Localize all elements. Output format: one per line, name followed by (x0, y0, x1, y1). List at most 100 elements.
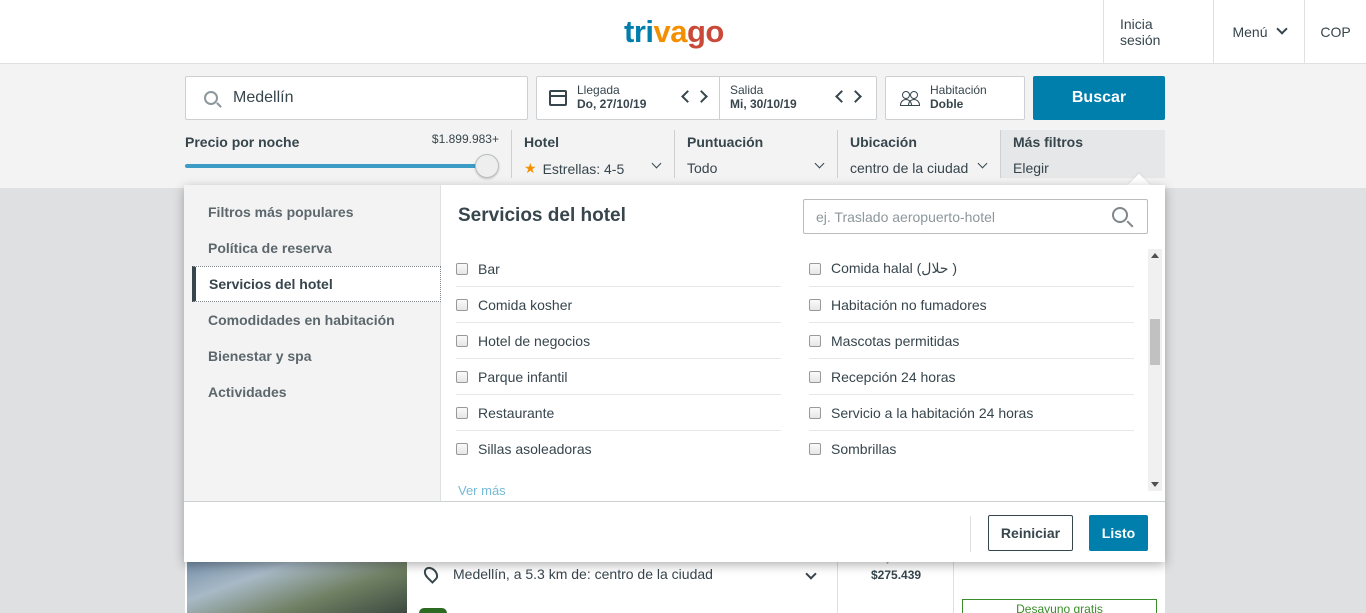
service-option-nonsmoking[interactable]: Habitación no fumadores (809, 287, 1134, 323)
room-value: Doble (930, 97, 964, 111)
more-filters-value: Elegir (1013, 160, 1049, 176)
option-label: Sombrillas (831, 441, 897, 457)
checkin-label: Llegada (577, 83, 620, 97)
checkbox[interactable] (809, 298, 821, 311)
menu-label: Menú (1232, 23, 1268, 40)
checkbox[interactable] (809, 406, 821, 419)
service-option-24h-reception[interactable]: Recepción 24 horas (809, 359, 1134, 395)
rating-filter[interactable]: Puntuación Todo (674, 130, 837, 178)
rating-badge (419, 608, 447, 613)
sidebar-item-activities[interactable]: Actividades (192, 374, 441, 410)
hotel-location[interactable]: Medellín, a 5.3 km de: centro de la ciud… (421, 564, 713, 584)
service-option-pets[interactable]: Mascotas permitidas (809, 323, 1134, 359)
location-filter-label: Ubicación (850, 134, 917, 150)
scroll-down-arrow-icon[interactable] (1151, 482, 1159, 487)
service-option-parasols[interactable]: Sombrillas (809, 431, 1134, 467)
sidebar-item-room-amenities[interactable]: Comodidades en habitación (192, 302, 441, 338)
services-list: Bar Comida kosher Hotel de negocios Parq… (442, 251, 1147, 501)
scrollbar-thumb[interactable] (1150, 319, 1160, 365)
reset-button[interactable]: Reiniciar (988, 515, 1073, 551)
trivago-logo[interactable]: trivago (624, 14, 724, 50)
date-divider (719, 77, 720, 119)
sidebar-item-booking-policy[interactable]: Política de reserva (192, 230, 441, 266)
checkbox[interactable] (456, 298, 468, 311)
see-more-link[interactable]: Ver más (458, 483, 506, 498)
room-selector[interactable]: Habitación Doble (885, 76, 1025, 120)
done-button[interactable]: Listo (1089, 515, 1148, 551)
service-option-restaurant[interactable]: Restaurante (456, 395, 781, 431)
location-filter[interactable]: Ubicación centro de la ciudad (837, 130, 1000, 178)
breakfast-badge: Desayuno gratis (962, 599, 1157, 613)
more-filters-label: Más filtros (1013, 134, 1084, 150)
price-filter-value: $1.899.983+ (431, 132, 499, 146)
services-search-input[interactable] (804, 200, 1104, 233)
chevron-down-icon[interactable] (805, 568, 817, 580)
service-option-room-service[interactable]: Servicio a la habitación 24 horas (809, 395, 1134, 431)
option-label: Hotel de negocios (478, 332, 591, 349)
checkbox[interactable] (809, 370, 821, 383)
service-option-halal[interactable]: Comida halal (حلال ) (809, 251, 1134, 287)
option-label: Recepción 24 horas (831, 368, 956, 385)
price-slider-handle[interactable] (475, 154, 499, 178)
checkout-field[interactable]: Salida Mi, 30/10/19 (730, 83, 797, 111)
panel-title: Servicios del hotel (458, 205, 626, 226)
checkbox[interactable] (809, 262, 821, 275)
service-option-kosher[interactable]: Comida kosher (456, 287, 781, 323)
menu-button[interactable]: Menú (1213, 0, 1304, 63)
option-label: Servicio a la habitación 24 horas (831, 404, 1034, 421)
checkout-value: Mi, 30/10/19 (730, 97, 797, 111)
hotel-location-text: Medellín, a 5.3 km de: centro de la ciud… (453, 566, 713, 582)
destination-input[interactable]: Medellín (185, 76, 528, 120)
service-option-business[interactable]: Hotel de negocios (456, 323, 781, 359)
option-label: Comida halal (حلال ) (831, 260, 958, 276)
rating-filter-value: Todo (687, 160, 718, 176)
checkin-field[interactable]: Llegada Do, 27/10/19 (577, 83, 646, 111)
checkout-next-arrow-icon[interactable] (849, 90, 862, 103)
date-picker: Llegada Do, 27/10/19 Salida Mi, 30/10/19 (536, 76, 877, 120)
star-icon: ★ (524, 160, 537, 176)
option-label: Bar (478, 260, 500, 277)
sidebar-item-hotel-services[interactable]: Servicios del hotel (192, 266, 441, 302)
price-slider-track[interactable] (185, 164, 487, 168)
login-link[interactable]: Inicia sesión (1103, 0, 1213, 63)
search-icon (204, 91, 218, 105)
search-band: Medellín Llegada Do, 27/10/19 Salida Mi,… (0, 64, 1366, 188)
option-label: Comida kosher (478, 296, 573, 313)
scroll-up-arrow-icon[interactable] (1151, 253, 1159, 258)
price-filter-label: Precio por noche (185, 134, 300, 150)
room-label: Habitación (930, 83, 987, 97)
search-button[interactable]: Buscar (1033, 76, 1165, 120)
map-pin-icon (421, 564, 441, 584)
filter-category-sidebar: Filtros más populares Política de reserv… (184, 185, 441, 501)
hotel-filter[interactable]: Hotel ★ Estrellas: 4-5 (511, 130, 674, 178)
hotel-filter-label: Hotel (524, 134, 559, 150)
location-filter-value: centro de la ciudad (850, 160, 969, 176)
checkbox[interactable] (456, 443, 468, 455)
top-bar: trivago Inicia sesión Menú COP (0, 0, 1366, 64)
hotel-filter-value: Estrellas: 4-5 (542, 160, 625, 177)
checkin-prev-arrow-icon[interactable] (681, 90, 694, 103)
checkin-next-arrow-icon[interactable] (695, 90, 708, 103)
sidebar-item-popular-filters[interactable]: Filtros más populares (192, 194, 441, 230)
chevron-down-icon (1275, 23, 1288, 35)
checkout-label: Salida (730, 83, 764, 97)
checkbox[interactable] (456, 334, 468, 347)
hotel-price: $275.439 (871, 568, 922, 582)
search-icon[interactable] (1112, 207, 1128, 223)
checkbox[interactable] (456, 262, 468, 275)
more-filters[interactable]: Más filtros Elegir (1000, 130, 1165, 178)
checkout-prev-arrow-icon[interactable] (835, 90, 848, 103)
service-option-sunloungers[interactable]: Sillas asoleadoras (456, 431, 781, 467)
panel-footer: Reiniciar Listo (184, 501, 1165, 562)
services-scrollbar[interactable] (1148, 249, 1162, 491)
checkbox[interactable] (456, 370, 468, 383)
top-nav: Inicia sesión Menú COP (1103, 0, 1366, 63)
checkbox[interactable] (809, 334, 821, 347)
service-option-bar[interactable]: Bar (456, 251, 781, 287)
checkbox[interactable] (456, 406, 468, 419)
checkbox[interactable] (809, 443, 821, 455)
sidebar-item-wellness-spa[interactable]: Bienestar y spa (192, 338, 441, 374)
currency-selector[interactable]: COP (1304, 0, 1366, 63)
service-option-playground[interactable]: Parque infantil (456, 359, 781, 395)
destination-value: Medellín (233, 89, 294, 106)
